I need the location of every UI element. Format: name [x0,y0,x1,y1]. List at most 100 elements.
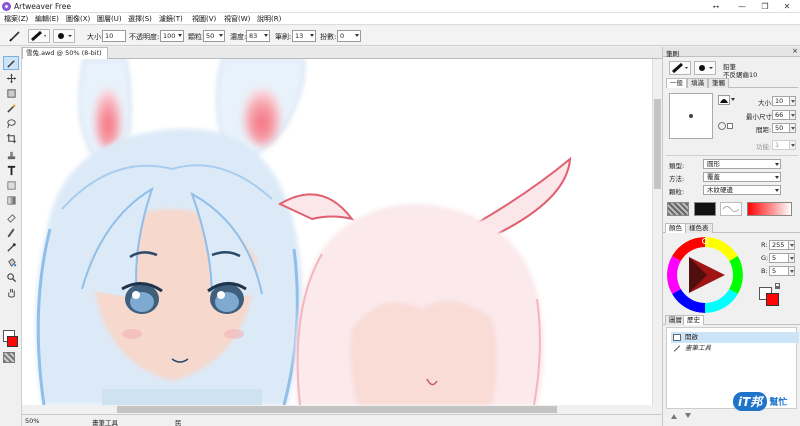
history-item-open[interactable]: 開啟 [671,332,799,343]
menu-image[interactable]: 圖像(X) [66,14,90,24]
grain-source-select[interactable]: 木紋硬邊 [703,185,781,195]
steps-field[interactable]: 0 [337,30,361,42]
min-size-field[interactable]: 66 [772,110,790,120]
tab-color[interactable]: 顏色 [665,223,686,233]
angle-checkbox[interactable] [727,123,733,129]
tab-swatches[interactable]: 樣色表 [685,223,713,233]
brush-size-spinner[interactable] [790,96,796,106]
pencil-tool-icon[interactable] [8,29,22,43]
flow-field[interactable]: 83 [246,30,270,42]
blue-field[interactable]: 5 [769,266,789,276]
step-forward-icon[interactable] [685,413,691,419]
magic-wand-tool[interactable] [3,101,19,115]
blue-spinner[interactable] [789,266,795,276]
paper-texture-picker[interactable] [3,352,15,363]
green-label: G: [761,254,769,262]
watermark-sub: 幫忙 [769,398,788,408]
green-field[interactable]: 5 [769,253,789,263]
artweaver-window: Artweaver Free ⭤ — ❐ ✕ 檔案(Z) 編輯(E) 圖像(X)… [0,0,800,426]
min-size-label: 最小尺寸: [746,113,775,121]
color-variant-swatch[interactable] [694,202,716,216]
document-title: 雪兔.awd @ 50% (8-bit) [26,49,102,57]
menu-select[interactable]: 選擇(S) [128,14,152,24]
brush-shape-picker[interactable] [53,29,75,43]
brush-variant-picker[interactable] [694,61,716,75]
vertical-scroll-thumb[interactable] [654,99,661,189]
brush-size-field[interactable]: 10 [772,96,790,106]
eraser-icon [6,213,16,223]
eyedropper-tool[interactable] [3,240,19,254]
rect-select-tool[interactable] [3,86,19,100]
hand-tool[interactable] [3,285,19,299]
tab-fill[interactable]: 填滿 [687,78,708,88]
brush-tip-shape-picker[interactable] [718,95,730,105]
function-field[interactable]: 1 [772,140,790,150]
horizontal-scrollbar[interactable] [22,405,652,414]
drawing-canvas[interactable] [22,59,652,405]
rotate-dial-icon[interactable] [718,122,726,130]
menu-filter[interactable]: 濾鏡(T) [159,14,183,24]
brush-preset-picker[interactable] [28,29,50,43]
foreground-color-swatch[interactable] [7,336,18,347]
history-item-brush[interactable]: 畫筆工具 [671,343,799,354]
brush-category-picker[interactable] [669,61,691,75]
crop-tool[interactable] [3,131,19,145]
paper-texture-swatch[interactable] [667,202,689,216]
jitter-field[interactable]: 13 [292,30,316,42]
fill-tool[interactable] [3,255,19,269]
text-tool[interactable] [3,163,19,177]
gradient-swatch[interactable] [747,202,792,216]
lasso-tool[interactable] [3,116,19,130]
menu-view[interactable]: 視圖(V) [192,14,216,24]
vertical-scrollbar[interactable] [652,59,662,405]
horizontal-scroll-thumb[interactable] [117,406,557,413]
green-spinner[interactable] [789,253,795,263]
size-field[interactable]: 10 [102,30,126,42]
step-back-icon[interactable] [671,413,677,419]
function-spinner[interactable] [790,140,796,150]
status-bar: 50% 畫筆工具 民 [22,414,662,426]
bucket-icon [7,257,16,267]
eraser-tool[interactable] [3,210,19,224]
shape-type-select[interactable]: 圓形 [703,159,781,169]
menu-file[interactable]: 檔案(Z) [4,14,28,24]
document-tab[interactable]: 雪兔.awd @ 50% (8-bit) × [22,47,108,68]
method-select[interactable]: 覆蓋 [703,172,781,182]
zoom-tool[interactable] [3,270,19,284]
chevron-down-icon[interactable] [731,98,735,101]
brush-tabs: 一般 填滿 筆觸 [666,78,798,88]
blue-label: B: [761,267,768,275]
menu-edit[interactable]: 編輯(E) [35,14,59,24]
primary-color-swatch[interactable] [766,293,779,306]
menu-help[interactable]: 說明(R) [257,14,281,24]
stamp-tool[interactable] [3,148,19,162]
menu-window[interactable]: 視窗(W) [224,14,250,24]
pattern-swatch[interactable] [720,202,742,216]
grain-field[interactable]: 50 [203,30,225,42]
spacing-field[interactable]: 50 [772,123,790,133]
menu-layer[interactable]: 圖層(U) [97,14,122,24]
color-wheel[interactable] [667,237,743,313]
tab-stroke[interactable]: 筆觸 [708,78,729,88]
brush-panel-close-icon[interactable]: × [792,47,798,55]
min-size-spinner[interactable] [790,110,796,120]
title-bar: Artweaver Free ⭤ — ❐ ✕ [0,0,800,13]
red-spinner[interactable] [789,240,795,250]
shape-tool[interactable] [3,178,19,192]
opacity-field[interactable]: 100 [160,30,184,42]
smudge-tool[interactable] [3,225,19,239]
pencil-tool[interactable] [3,56,19,70]
brush-panel-title: 筆刷 [666,50,679,58]
finger-icon [7,228,14,237]
tab-history[interactable]: 歷史 [683,315,704,325]
tab-general[interactable]: 一般 [666,78,687,88]
brush-panel-header: 筆刷 × [663,47,800,58]
move-tool[interactable] [3,71,19,85]
resize-arrows-icon[interactable]: ⭤ [703,0,729,13]
red-field[interactable]: 255 [769,240,789,250]
close-button[interactable]: ✕ [774,0,800,13]
gradient-tool[interactable] [3,193,19,207]
brush-stroke-icon [673,345,681,352]
spacing-spinner[interactable] [790,123,796,133]
zoom-readout[interactable]: 50% [25,417,39,425]
